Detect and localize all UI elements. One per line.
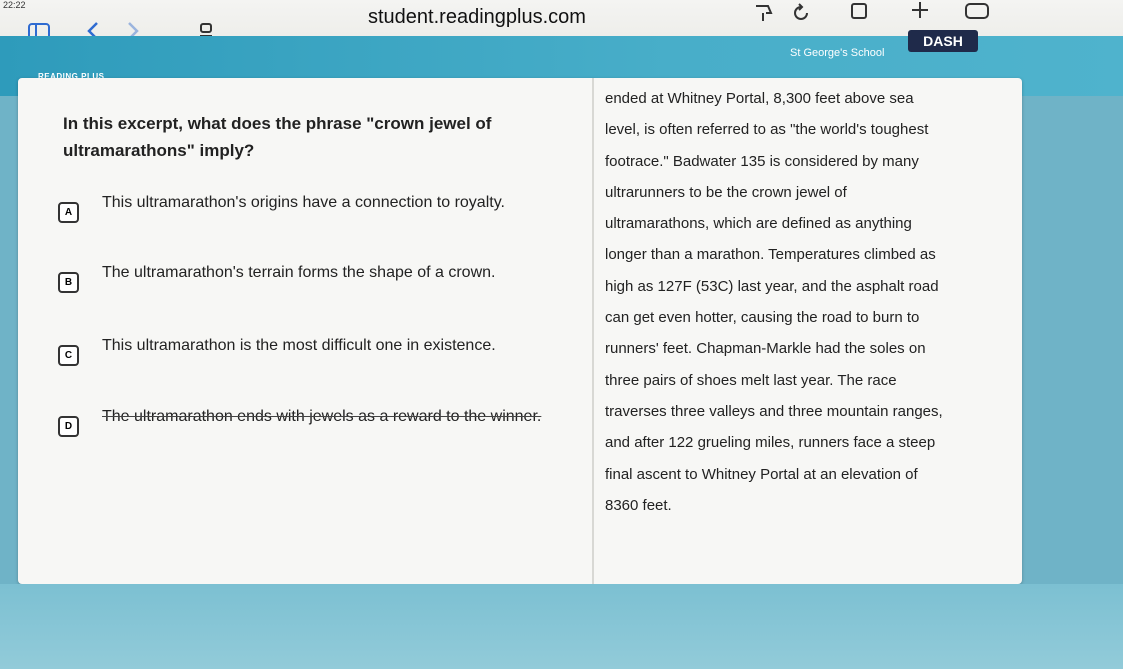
new-tab-icon[interactable]: [908, 0, 932, 24]
page-background: [0, 584, 1123, 669]
passage-line: high as 127F (53C) last year, and the as…: [605, 277, 939, 295]
option-text: This ultramarathon is the most difficult…: [102, 337, 496, 354]
passage-line: longer than a marathon. Temperatures cli…: [605, 246, 936, 264]
passage-line: traverses three valleys and three mounta…: [605, 402, 943, 420]
question-text: In this excerpt, what does the phrase "c…: [63, 114, 492, 160]
passage-line: and after 122 grueling miles, runners fa…: [605, 434, 936, 452]
option-letter: B: [58, 272, 79, 293]
address-bar[interactable]: student.readingplus.com: [368, 6, 586, 29]
share-icon[interactable]: [752, 2, 774, 28]
passage-line: ended at Whitney Portal, 8,300 feet abov…: [605, 90, 914, 107]
tabs-icon[interactable]: [964, 2, 992, 24]
option-letter: C: [58, 345, 79, 366]
passage-line: ultrarunners to be the crown jewel of: [605, 183, 847, 201]
passage-line: three pairs of shoes melt last year. The…: [605, 371, 897, 389]
panel-divider: [592, 78, 594, 584]
tab-overview-icon[interactable]: [850, 2, 870, 24]
dash-button[interactable]: DASH: [908, 30, 978, 52]
passage-line: ultramarathons, which are defined as any…: [605, 215, 912, 233]
passage-line: can get even hotter, causing the road to…: [605, 309, 920, 327]
passage-line: level, is often referred to as "the worl…: [605, 121, 929, 139]
option-text: This ultramarathon's origins have a conn…: [102, 194, 505, 211]
option-text: The ultramarathon's terrain forms the sh…: [102, 264, 496, 281]
school-name: St George's School: [790, 47, 885, 59]
option-letter: D: [58, 416, 79, 437]
passage-line: final ascent to Whitney Portal at an ele…: [605, 465, 918, 483]
option-text-eliminated: The ultramarathon ends with jewels as a …: [102, 408, 542, 425]
passage-line: 8360 feet.: [605, 496, 672, 514]
option-letter: A: [58, 202, 79, 223]
status-time: 22:22: [3, 0, 26, 10]
passage-excerpt: ended at Whitney Portal, 8,300 feet abov…: [605, 89, 1005, 527]
reload-icon[interactable]: [790, 2, 812, 28]
passage-line: footrace." Badwater 135 is considered by…: [605, 152, 919, 170]
passage-line: runners' feet. Chapman-Markle had the so…: [605, 340, 926, 358]
